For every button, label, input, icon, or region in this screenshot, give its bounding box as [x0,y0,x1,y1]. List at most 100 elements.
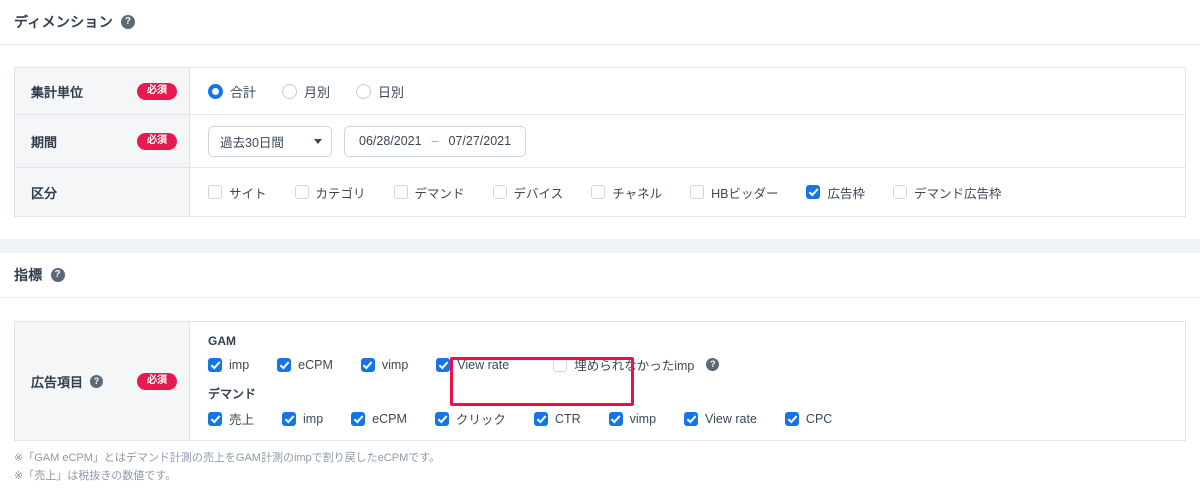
checkbox-indicator[interactable] [690,185,705,199]
checkbox-indicator[interactable] [294,185,309,199]
metrics-section-header: 指標 ? [0,253,1200,297]
metric-group-demand: 売上 imp eCPM クリック CTR vimp View rate CPC [208,409,1185,428]
checkbox-label: クリック [455,413,506,427]
checkbox-label: View rate [457,357,510,372]
radio-indicator[interactable] [282,83,298,99]
spacer [0,298,1200,321]
chevron-down-icon[interactable] [314,139,322,144]
checkbox-demand-imp[interactable]: imp [282,411,323,426]
checkbox-demand-ctr[interactable]: CTR [533,411,581,426]
checkbox-indicator[interactable] [434,411,449,426]
checkbox-indicator[interactable] [282,411,297,426]
checkbox-indicator[interactable] [393,185,408,199]
row-label-division: 区分 [14,167,190,217]
checkbox-device[interactable]: デバイス [492,183,564,202]
checkbox-indicator[interactable] [608,411,623,426]
checkbox-label: チャネル [612,186,663,201]
checkbox-demand-view-rate[interactable]: View rate [684,411,757,426]
checkbox-indicator[interactable] [277,357,292,372]
label-text: 広告項目 [31,374,84,390]
checkbox-gam-unfilled-imp[interactable]: 埋められなかったimp ? [553,355,720,374]
checkbox-demand-ecpm[interactable]: eCPM [351,411,407,426]
checkbox-label: imp [229,357,250,372]
help-circle-icon[interactable]: ? [50,268,65,282]
metric-group-gam: imp eCPM vimp View rate 埋められなかったimp ? [208,355,1185,374]
date-end-value[interactable]: 07/27/2021 [449,134,512,148]
checkbox-category[interactable]: カテゴリ [294,183,366,202]
radio-option-total[interactable]: 合計 [208,82,256,101]
footnote: ※「GAM eCPM」とはデマンド計測の売上をGAM計測のimpで割り戻したeC… [14,452,441,464]
checkbox-indicator[interactable] [684,411,699,426]
help-circle-icon[interactable]: ? [120,15,135,29]
checkbox-indicator[interactable] [360,357,375,372]
checkbox-indicator[interactable] [436,357,451,372]
radio-option-daily[interactable]: 日別 [356,82,404,101]
checkbox-indicator[interactable] [351,411,366,426]
checkbox-ad-slot[interactable]: 広告枠 [806,183,865,202]
date-range-input[interactable]: 06/28/2021 – 07/27/2021 [344,125,527,157]
page-title: ディメンション [14,14,113,30]
label-text: 区分 [31,185,58,201]
date-start-value[interactable]: 06/28/2021 [359,134,422,148]
radio-indicator[interactable] [356,83,372,99]
checkbox-site[interactable]: サイト [208,183,267,202]
checkbox-indicator[interactable] [553,357,568,372]
checkbox-indicator[interactable] [492,185,507,199]
checkbox-label: View rate [705,411,757,426]
period-preset-select[interactable]: 過去30日間 [208,125,332,157]
checkbox-label: vimp [381,357,409,372]
checkbox-indicator[interactable] [208,357,222,372]
period-preset-value: 過去30日間 [220,135,284,150]
table-row-division: 区分 サイト カテゴリ デマンド デバイス チャネル HBビッダー 広告枠 デマ… [14,167,1186,217]
metrics-table: 広告項目 ? 必須 GAM imp eCPM vimp View rate 埋め… [14,321,1186,441]
checkbox-gam-vimp[interactable]: vimp [360,357,409,372]
checkbox-demand-click[interactable]: クリック [434,409,506,428]
radio-label: 日別 [378,84,405,100]
radio-indicator[interactable] [208,83,223,99]
checkbox-indicator[interactable] [591,185,606,199]
checkbox-gam-imp[interactable]: imp [208,357,250,372]
required-badge: 必須 [137,132,177,150]
checkbox-label: デバイス [513,186,564,201]
row-value-unit: 合計 月別 日別 [190,68,1186,115]
checkbox-demand-vimp[interactable]: vimp [608,411,657,426]
checkbox-indicator[interactable] [533,411,548,426]
checkbox-indicator[interactable] [784,411,799,426]
aggregation-radio-group: 合計 月別 日別 [208,68,1185,114]
checkbox-label: デマンド広告枠 [913,186,1002,201]
help-circle-icon[interactable]: ? [706,358,720,371]
checkbox-gam-ecpm[interactable]: eCPM [277,357,333,372]
section-separator-band [0,239,1200,253]
report-filter-page: ディメンション ? 集計単位 必須 合計 月別 日別 期間 必須 過去30日間 … [0,0,1200,501]
spacer [0,45,1200,67]
checkbox-demand[interactable]: デマンド [393,183,465,202]
dimension-table: 集計単位 必須 合計 月別 日別 期間 必須 過去30日間 06/28/2021… [14,67,1186,217]
metrics-title: 指標 [14,267,43,283]
table-row-ad-items: 広告項目 ? 必須 GAM imp eCPM vimp View rate 埋め… [14,321,1186,441]
footnotes: ※「GAM eCPM」とはデマンド計測の売上をGAM計測のimpで割り戻したeC… [14,450,1200,485]
required-badge: 必須 [137,372,177,390]
checkbox-indicator[interactable] [806,185,821,199]
checkbox-channel[interactable]: チャネル [591,183,662,202]
checkbox-label: eCPM [372,411,407,426]
checkbox-demand-ad-slot[interactable]: デマンド広告枠 [892,183,1002,202]
checkbox-label: 売上 [229,413,255,427]
checkbox-indicator[interactable] [892,185,907,199]
checkbox-label: デマンド [414,186,465,201]
table-row-unit: 集計単位 必須 合計 月別 日別 [14,67,1186,115]
checkbox-hb-bidder[interactable]: HBビッダー [690,183,778,202]
spacer [0,217,1200,239]
table-row-period: 期間 必須 過去30日間 06/28/2021 – 07/27/2021 [14,114,1186,168]
date-range-separator: – [431,134,439,148]
checkbox-gam-view-rate[interactable]: View rate [436,357,510,372]
checkbox-indicator[interactable] [208,411,222,426]
checkbox-indicator[interactable] [208,185,222,199]
checkbox-demand-cpc[interactable]: CPC [784,411,832,426]
checkbox-label: vimp [629,411,657,426]
help-circle-icon[interactable]: ? [90,374,104,388]
checkbox-demand-revenue[interactable]: 売上 [208,409,254,428]
division-checkbox-group: サイト カテゴリ デマンド デバイス チャネル HBビッダー 広告枠 デマンド広… [208,168,1185,216]
radio-option-monthly[interactable]: 月別 [282,82,330,101]
row-label-ad-items: 広告項目 ? 必須 [14,321,190,441]
checkbox-label: HBビッダー [711,186,779,201]
